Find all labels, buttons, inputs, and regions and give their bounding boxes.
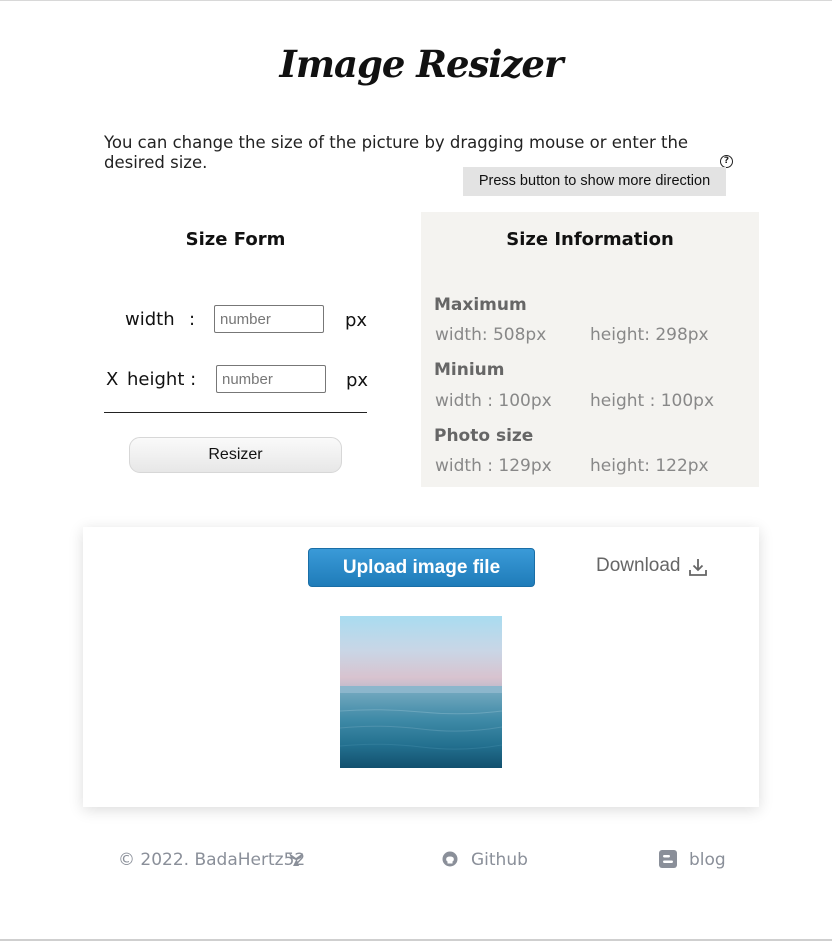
photo-size-heading: Photo size xyxy=(434,426,534,446)
page-title: Image Resizer xyxy=(279,42,564,86)
minimum-heading: Minium xyxy=(434,360,505,380)
width-label: width xyxy=(125,309,175,330)
maximum-height: height: 298px xyxy=(590,325,709,345)
width-unit: px xyxy=(345,310,368,331)
maximum-width: width: 508px xyxy=(435,325,547,345)
resizer-button[interactable]: Resizer xyxy=(129,437,342,473)
width-input[interactable] xyxy=(214,305,324,333)
image-card: Upload image file Download xyxy=(83,527,759,807)
download-link[interactable]: Download xyxy=(596,555,681,577)
minimum-height: height : 100px xyxy=(590,391,715,411)
maximum-heading: Maximum xyxy=(434,295,527,315)
blogger-icon[interactable] xyxy=(659,850,677,868)
github-link[interactable]: Github xyxy=(471,850,528,870)
copyright-text: © 2022. BadaHertz52 xyxy=(118,850,306,870)
photo-height: height: 122px xyxy=(590,456,709,476)
size-info-title: Size Information xyxy=(506,229,674,250)
multiply-label: X xyxy=(106,369,119,390)
size-info-panel: Size Information Maximum width: 508px he… xyxy=(421,212,759,487)
form-divider xyxy=(104,412,367,413)
download-icon[interactable] xyxy=(688,556,708,578)
height-input[interactable] xyxy=(216,365,326,393)
top-border xyxy=(0,0,832,1)
upload-image-button[interactable]: Upload image file xyxy=(308,548,535,587)
blog-link[interactable]: blog xyxy=(689,850,726,870)
width-colon: : xyxy=(189,309,196,330)
preview-image[interactable] xyxy=(340,616,502,768)
size-form-title: Size Form xyxy=(185,229,286,250)
photo-width: width : 129px xyxy=(435,456,552,476)
github-icon[interactable] xyxy=(442,851,458,867)
show-direction-button[interactable]: Press button to show more direction xyxy=(463,167,726,196)
whale-tail-icon xyxy=(289,853,303,866)
height-unit: px xyxy=(346,370,369,391)
minimum-width: width : 100px xyxy=(435,391,552,411)
height-label: height : xyxy=(127,369,197,390)
